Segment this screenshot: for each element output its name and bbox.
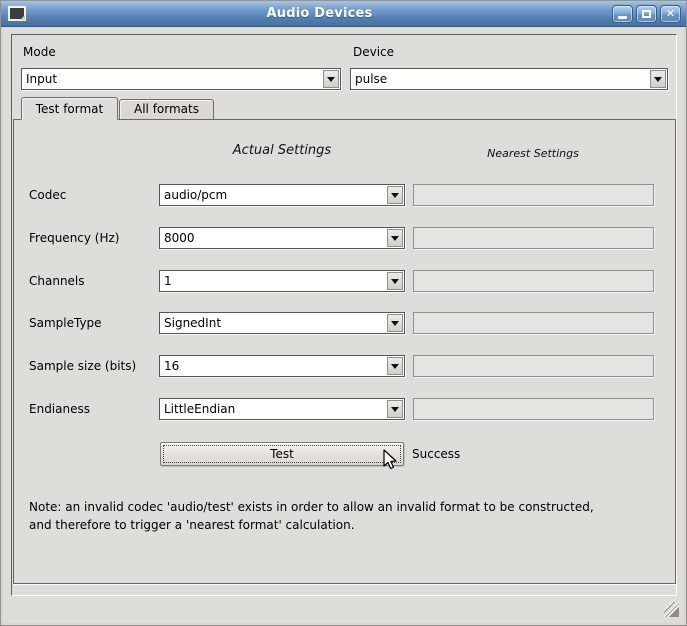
dropdown-arrow-icon: [391, 407, 399, 412]
frequency-label: Frequency (Hz): [29, 231, 120, 245]
device-label: Device: [353, 45, 394, 59]
minimize-button[interactable]: [612, 5, 633, 23]
channels-value: 1: [164, 274, 172, 288]
channels-nearest-field: [413, 270, 654, 292]
dropdown-arrow-icon: [327, 77, 335, 82]
device-value: pulse: [355, 72, 387, 86]
audio-devices-window: Audio Devices ✕ Mode Input Device pulse …: [0, 0, 687, 626]
dropdown-arrow-icon: [391, 279, 399, 284]
channels-combobox[interactable]: 1: [159, 270, 405, 292]
sampletype-nearest-field: [413, 312, 654, 334]
endianess-dropdown-button[interactable]: [387, 400, 403, 418]
codec-nearest-field: [413, 184, 654, 206]
samplesize-combobox[interactable]: 16: [159, 355, 405, 377]
device-dropdown-button[interactable]: [650, 70, 666, 88]
window-title: Audio Devices: [30, 6, 609, 21]
frequency-nearest-field: [413, 227, 654, 249]
minimize-icon: [618, 16, 627, 19]
dropdown-arrow-icon: [391, 236, 399, 241]
maximize-button[interactable]: [636, 5, 657, 23]
tab-all-formats[interactable]: All formats: [119, 99, 214, 119]
device-combobox[interactable]: pulse: [350, 68, 668, 90]
endianess-combobox[interactable]: LittleEndian: [159, 398, 405, 420]
maximize-icon: [642, 10, 651, 18]
close-icon: ✕: [666, 8, 675, 19]
codec-dropdown-button[interactable]: [387, 186, 403, 204]
mode-label: Mode: [23, 45, 56, 59]
note-line-1: Note: an invalid codec 'audio/test' exis…: [29, 498, 594, 516]
samplesize-nearest-field: [413, 355, 654, 377]
titlebar: Audio Devices ✕: [1, 1, 686, 27]
dropdown-arrow-icon: [391, 364, 399, 369]
window-menu-icon[interactable]: [8, 6, 26, 21]
samplesize-dropdown-button[interactable]: [387, 357, 403, 375]
resize-grip[interactable]: [664, 602, 679, 617]
sampletype-combobox[interactable]: SignedInt: [159, 312, 405, 334]
endianess-label: Endianess: [29, 402, 90, 416]
samplesize-value: 16: [164, 359, 179, 373]
mode-dropdown-button[interactable]: [323, 70, 339, 88]
mode-combobox[interactable]: Input: [21, 68, 341, 90]
note-text: Note: an invalid codec 'audio/test' exis…: [29, 498, 594, 534]
codec-value: audio/pcm: [164, 188, 227, 202]
actual-settings-header: Actual Settings: [159, 143, 405, 158]
note-line-2: and therefore to trigger a 'nearest form…: [29, 516, 594, 534]
window-icon-fold: [20, 15, 25, 20]
frequency-dropdown-button[interactable]: [387, 229, 403, 247]
mode-value: Input: [26, 72, 57, 86]
nearest-settings-header: Nearest Settings: [413, 147, 653, 160]
dropdown-arrow-icon: [391, 321, 399, 326]
frequency-value: 8000: [164, 231, 195, 245]
dropdown-arrow-icon: [391, 193, 399, 198]
sampletype-value: SignedInt: [164, 316, 221, 330]
sampletype-label: SampleType: [29, 316, 102, 330]
frequency-combobox[interactable]: 8000: [159, 227, 405, 249]
channels-dropdown-button[interactable]: [387, 272, 403, 290]
endianess-value: LittleEndian: [164, 402, 235, 416]
endianess-nearest-field: [413, 398, 654, 420]
status-text: Success: [412, 447, 460, 461]
codec-combobox[interactable]: audio/pcm: [159, 184, 405, 206]
test-button[interactable]: Test: [160, 442, 404, 466]
samplesize-label: Sample size (bits): [29, 359, 136, 373]
dropdown-arrow-icon: [654, 77, 662, 82]
close-button[interactable]: ✕: [660, 5, 681, 23]
sampletype-dropdown-button[interactable]: [387, 314, 403, 332]
channels-label: Channels: [29, 274, 85, 288]
tab-test-format[interactable]: Test format: [21, 97, 118, 120]
codec-label: Codec: [29, 188, 66, 202]
